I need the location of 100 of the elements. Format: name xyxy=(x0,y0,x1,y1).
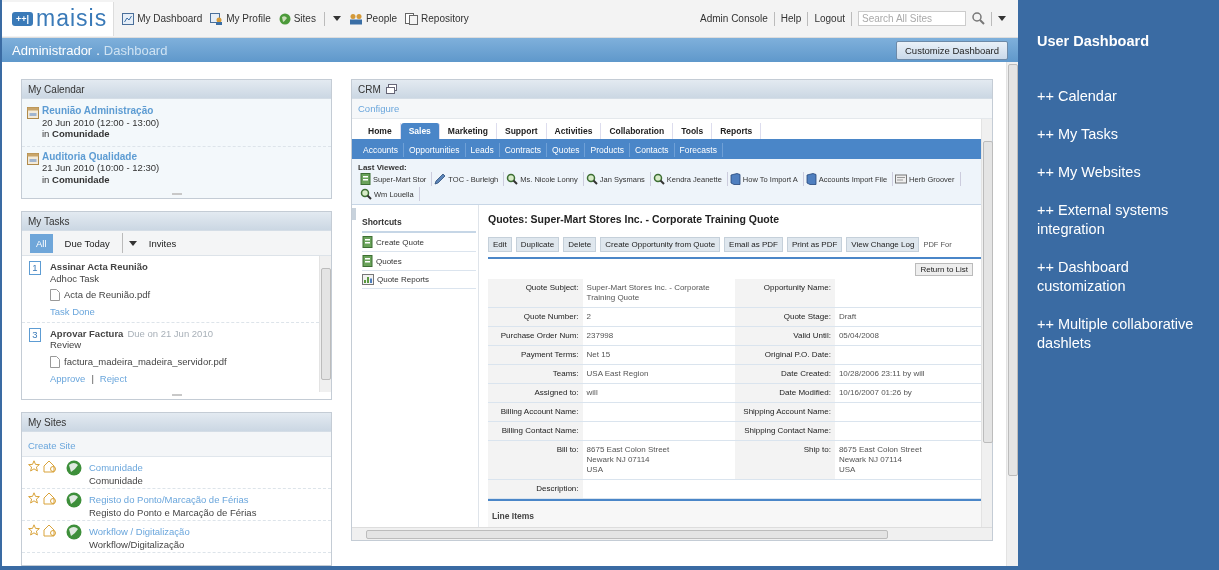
field-label: Payment Terms: xyxy=(488,345,583,365)
return-button[interactable]: Return to List xyxy=(915,263,973,276)
window-icon[interactable] xyxy=(385,84,397,94)
task-number: 1 xyxy=(29,261,41,275)
scrollbar[interactable] xyxy=(319,256,331,392)
logo-text: maisis xyxy=(36,7,108,30)
star-icon[interactable] xyxy=(28,524,40,536)
magnifier-icon xyxy=(585,173,598,185)
shortcut-link[interactable]: Quote Reports xyxy=(362,271,476,289)
action-button[interactable]: Delete xyxy=(563,237,597,252)
document-icon xyxy=(362,255,373,267)
breadcrumb-separator: . xyxy=(96,42,100,58)
collapse-handle[interactable] xyxy=(352,208,356,220)
nav-tab[interactable]: Sales xyxy=(400,123,440,139)
feature-item: ++ External systems integration xyxy=(1037,201,1170,239)
feature-item: ++ My Websites xyxy=(1037,163,1142,182)
action-button[interactable]: View Change Log xyxy=(846,237,920,252)
dashboard-icon xyxy=(122,12,135,25)
subtab-link[interactable]: Forecasts xyxy=(674,143,723,157)
subtab-link[interactable]: Leads xyxy=(465,143,500,157)
shortcut-link[interactable]: Quotes xyxy=(362,252,476,271)
globe-icon xyxy=(66,492,82,508)
document-icon xyxy=(362,236,373,248)
file-link[interactable]: Acta de Reunião.pdf xyxy=(64,289,151,301)
customize-button[interactable]: Customize Dashboard xyxy=(896,40,1008,60)
dashlet-title: My Tasks xyxy=(28,215,70,227)
document-icon xyxy=(360,173,371,185)
caret-icon[interactable] xyxy=(128,240,137,246)
task-type: Review xyxy=(50,339,83,351)
book-icon xyxy=(729,173,741,185)
field-label: Quote Subject: xyxy=(488,279,583,308)
house-star-icon[interactable] xyxy=(43,460,57,473)
event-time: 21 Jun 2010 (10:00 - 12:30) xyxy=(42,162,160,174)
house-star-icon[interactable] xyxy=(43,492,57,505)
globe-icon xyxy=(66,460,82,476)
scrollbar[interactable] xyxy=(352,527,992,540)
house-star-icon[interactable] xyxy=(43,524,57,537)
action-button[interactable]: Print as PDF xyxy=(787,237,843,252)
file-link[interactable]: factura_madeira_madeira_servidor.pdf xyxy=(64,355,227,368)
nav-link[interactable]: My Dashboard xyxy=(122,12,203,25)
folder-icon xyxy=(405,12,419,25)
header-link[interactable]: Logout xyxy=(814,13,845,24)
search-icon[interactable] xyxy=(972,12,985,25)
nav-link[interactable]: Sites xyxy=(278,12,316,25)
field-label: Description: xyxy=(488,479,583,499)
page-title: Dashboard xyxy=(103,42,168,58)
action-button[interactable]: Edit xyxy=(488,237,512,252)
header-link[interactable]: Admin Console xyxy=(700,13,768,24)
caret-icon[interactable] xyxy=(332,16,341,21)
book-icon xyxy=(805,173,817,185)
subtab-link[interactable]: Opportunities xyxy=(403,143,466,157)
action-button[interactable]: Duplicate xyxy=(515,237,560,252)
chart-icon xyxy=(362,274,374,285)
field-label: Billing Account Name: xyxy=(488,402,583,422)
scrollbar[interactable] xyxy=(1006,62,1018,566)
site-description: Workflow/Digitalização xyxy=(89,539,186,550)
action-button[interactable]: Email as PDF xyxy=(724,237,783,252)
dashlet-title: CRM xyxy=(358,83,381,95)
task-number: 3 xyxy=(29,327,41,342)
search-field[interactable]: Search All Sites xyxy=(858,11,966,26)
pencil-icon xyxy=(434,173,447,185)
star-icon[interactable] xyxy=(28,492,40,504)
scrollbar[interactable] xyxy=(981,119,992,527)
card-icon xyxy=(895,174,908,184)
filter-tab[interactable]: Due Today xyxy=(58,233,116,253)
caret-icon[interactable] xyxy=(998,16,1006,21)
header-link[interactable]: Help xyxy=(780,13,802,24)
profile-icon xyxy=(210,12,224,25)
record-title: Quotes: Super-Mart Stores Inc. - Corporate Training Quote xyxy=(488,213,781,225)
site-description: Comunidade xyxy=(89,475,143,486)
subtab-link[interactable]: Accounts xyxy=(358,143,404,157)
magnifier-icon xyxy=(360,188,372,200)
subtab-link[interactable]: Contacts xyxy=(630,143,675,157)
logo-badge: ++| xyxy=(12,11,34,26)
shortcut-link[interactable]: Create Quote xyxy=(362,233,476,252)
star-icon[interactable] xyxy=(28,460,40,472)
field-label: Purchase Order Num: xyxy=(488,326,583,346)
subtab-link[interactable]: Quotes xyxy=(547,143,586,157)
subtab-link[interactable]: Products xyxy=(585,143,631,157)
field-label: Bill to: xyxy=(488,440,583,480)
event-time: 20 Jun 2010 (12:00 - 13:00) xyxy=(42,116,160,128)
event-location: in Comunidade xyxy=(42,128,111,140)
user-name: Administrador xyxy=(12,42,93,58)
logo[interactable]: ++| maisis xyxy=(2,1,115,36)
section-title: Line Items xyxy=(488,499,981,527)
filter-tab[interactable]: Invites xyxy=(142,233,183,253)
nav-link[interactable]: My Profile xyxy=(210,12,271,25)
magnifier-icon xyxy=(652,173,665,185)
event-location: in Comunidade xyxy=(42,173,111,185)
task-title[interactable]: Aprovar Factura xyxy=(50,327,124,339)
nav-link[interactable]: Repository xyxy=(405,12,469,25)
nav-link[interactable]: People xyxy=(348,12,398,25)
due-date: Due on 21 Jun 2010 xyxy=(127,327,213,339)
task-title[interactable]: Assinar Acta Reunião xyxy=(50,261,148,273)
action-button[interactable]: Create Opportunity from Quote xyxy=(600,237,721,252)
task-type: Adhoc Task xyxy=(50,272,100,284)
calendar-icon xyxy=(27,152,39,165)
subtab-link[interactable]: Contracts xyxy=(499,143,548,157)
globe-icon xyxy=(66,524,82,540)
shortcuts-title: Shortcuts xyxy=(362,213,476,233)
